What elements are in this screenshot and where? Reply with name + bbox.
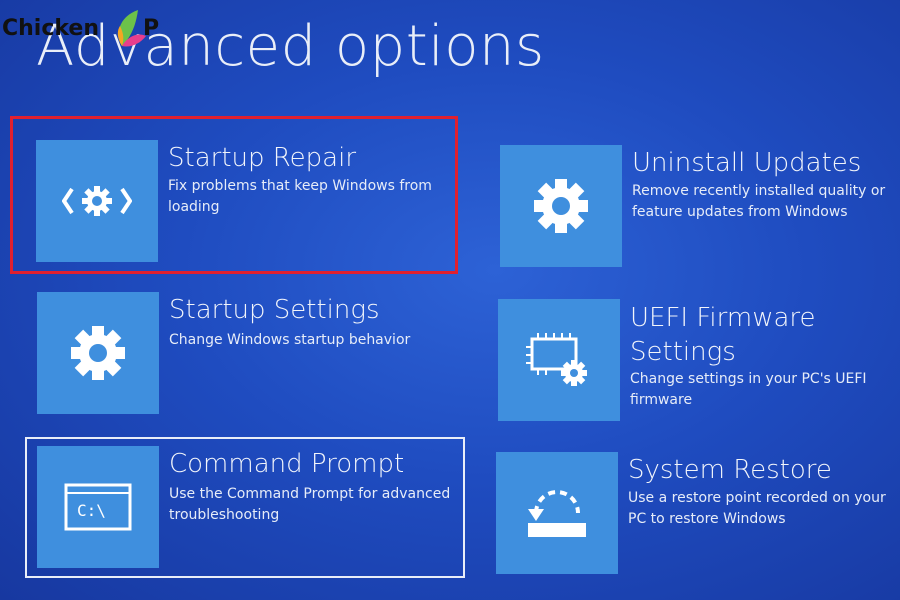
option-description: Use a restore point recorded on your PC … <box>628 490 886 527</box>
uninstall-updates-tile-icon-box <box>500 145 622 267</box>
watermark-logo: Chicken P <box>0 6 170 52</box>
option-description: Change Windows startup behavior <box>169 332 411 348</box>
gear-icon <box>534 179 588 233</box>
watermark-text-suffix: P <box>143 16 160 41</box>
watermark-leaf-icon <box>117 10 146 47</box>
option-system-restore[interactable]: System Restore Use a restore point recor… <box>496 452 896 574</box>
highlight-box <box>10 116 458 274</box>
chip-gear-icon <box>526 333 587 386</box>
watermark-text: Chicken <box>2 16 100 41</box>
option-title: System Restore <box>628 455 832 485</box>
option-title: Startup Settings <box>169 295 380 325</box>
option-title: UEFI Firmware Settings <box>630 303 816 367</box>
option-startup-settings[interactable]: Startup Settings Change Windows startup … <box>37 292 437 414</box>
system-restore-icon <box>528 490 586 537</box>
option-uefi-firmware-settings[interactable]: UEFI Firmware Settings Change settings i… <box>498 299 888 421</box>
option-uninstall-updates[interactable]: Uninstall Updates Remove recently instal… <box>500 145 890 267</box>
startup-settings-tile-icon-box <box>37 292 159 414</box>
uefi-tile-icon-box <box>498 299 620 421</box>
gear-icon <box>71 326 125 380</box>
option-title: Uninstall Updates <box>632 148 862 178</box>
option-description: Remove recently installed quality or fea… <box>632 183 886 220</box>
option-description: Change settings in your PC's UEFI firmwa… <box>630 371 867 408</box>
focus-outline <box>25 437 465 578</box>
system-restore-tile-icon-box <box>496 452 618 574</box>
